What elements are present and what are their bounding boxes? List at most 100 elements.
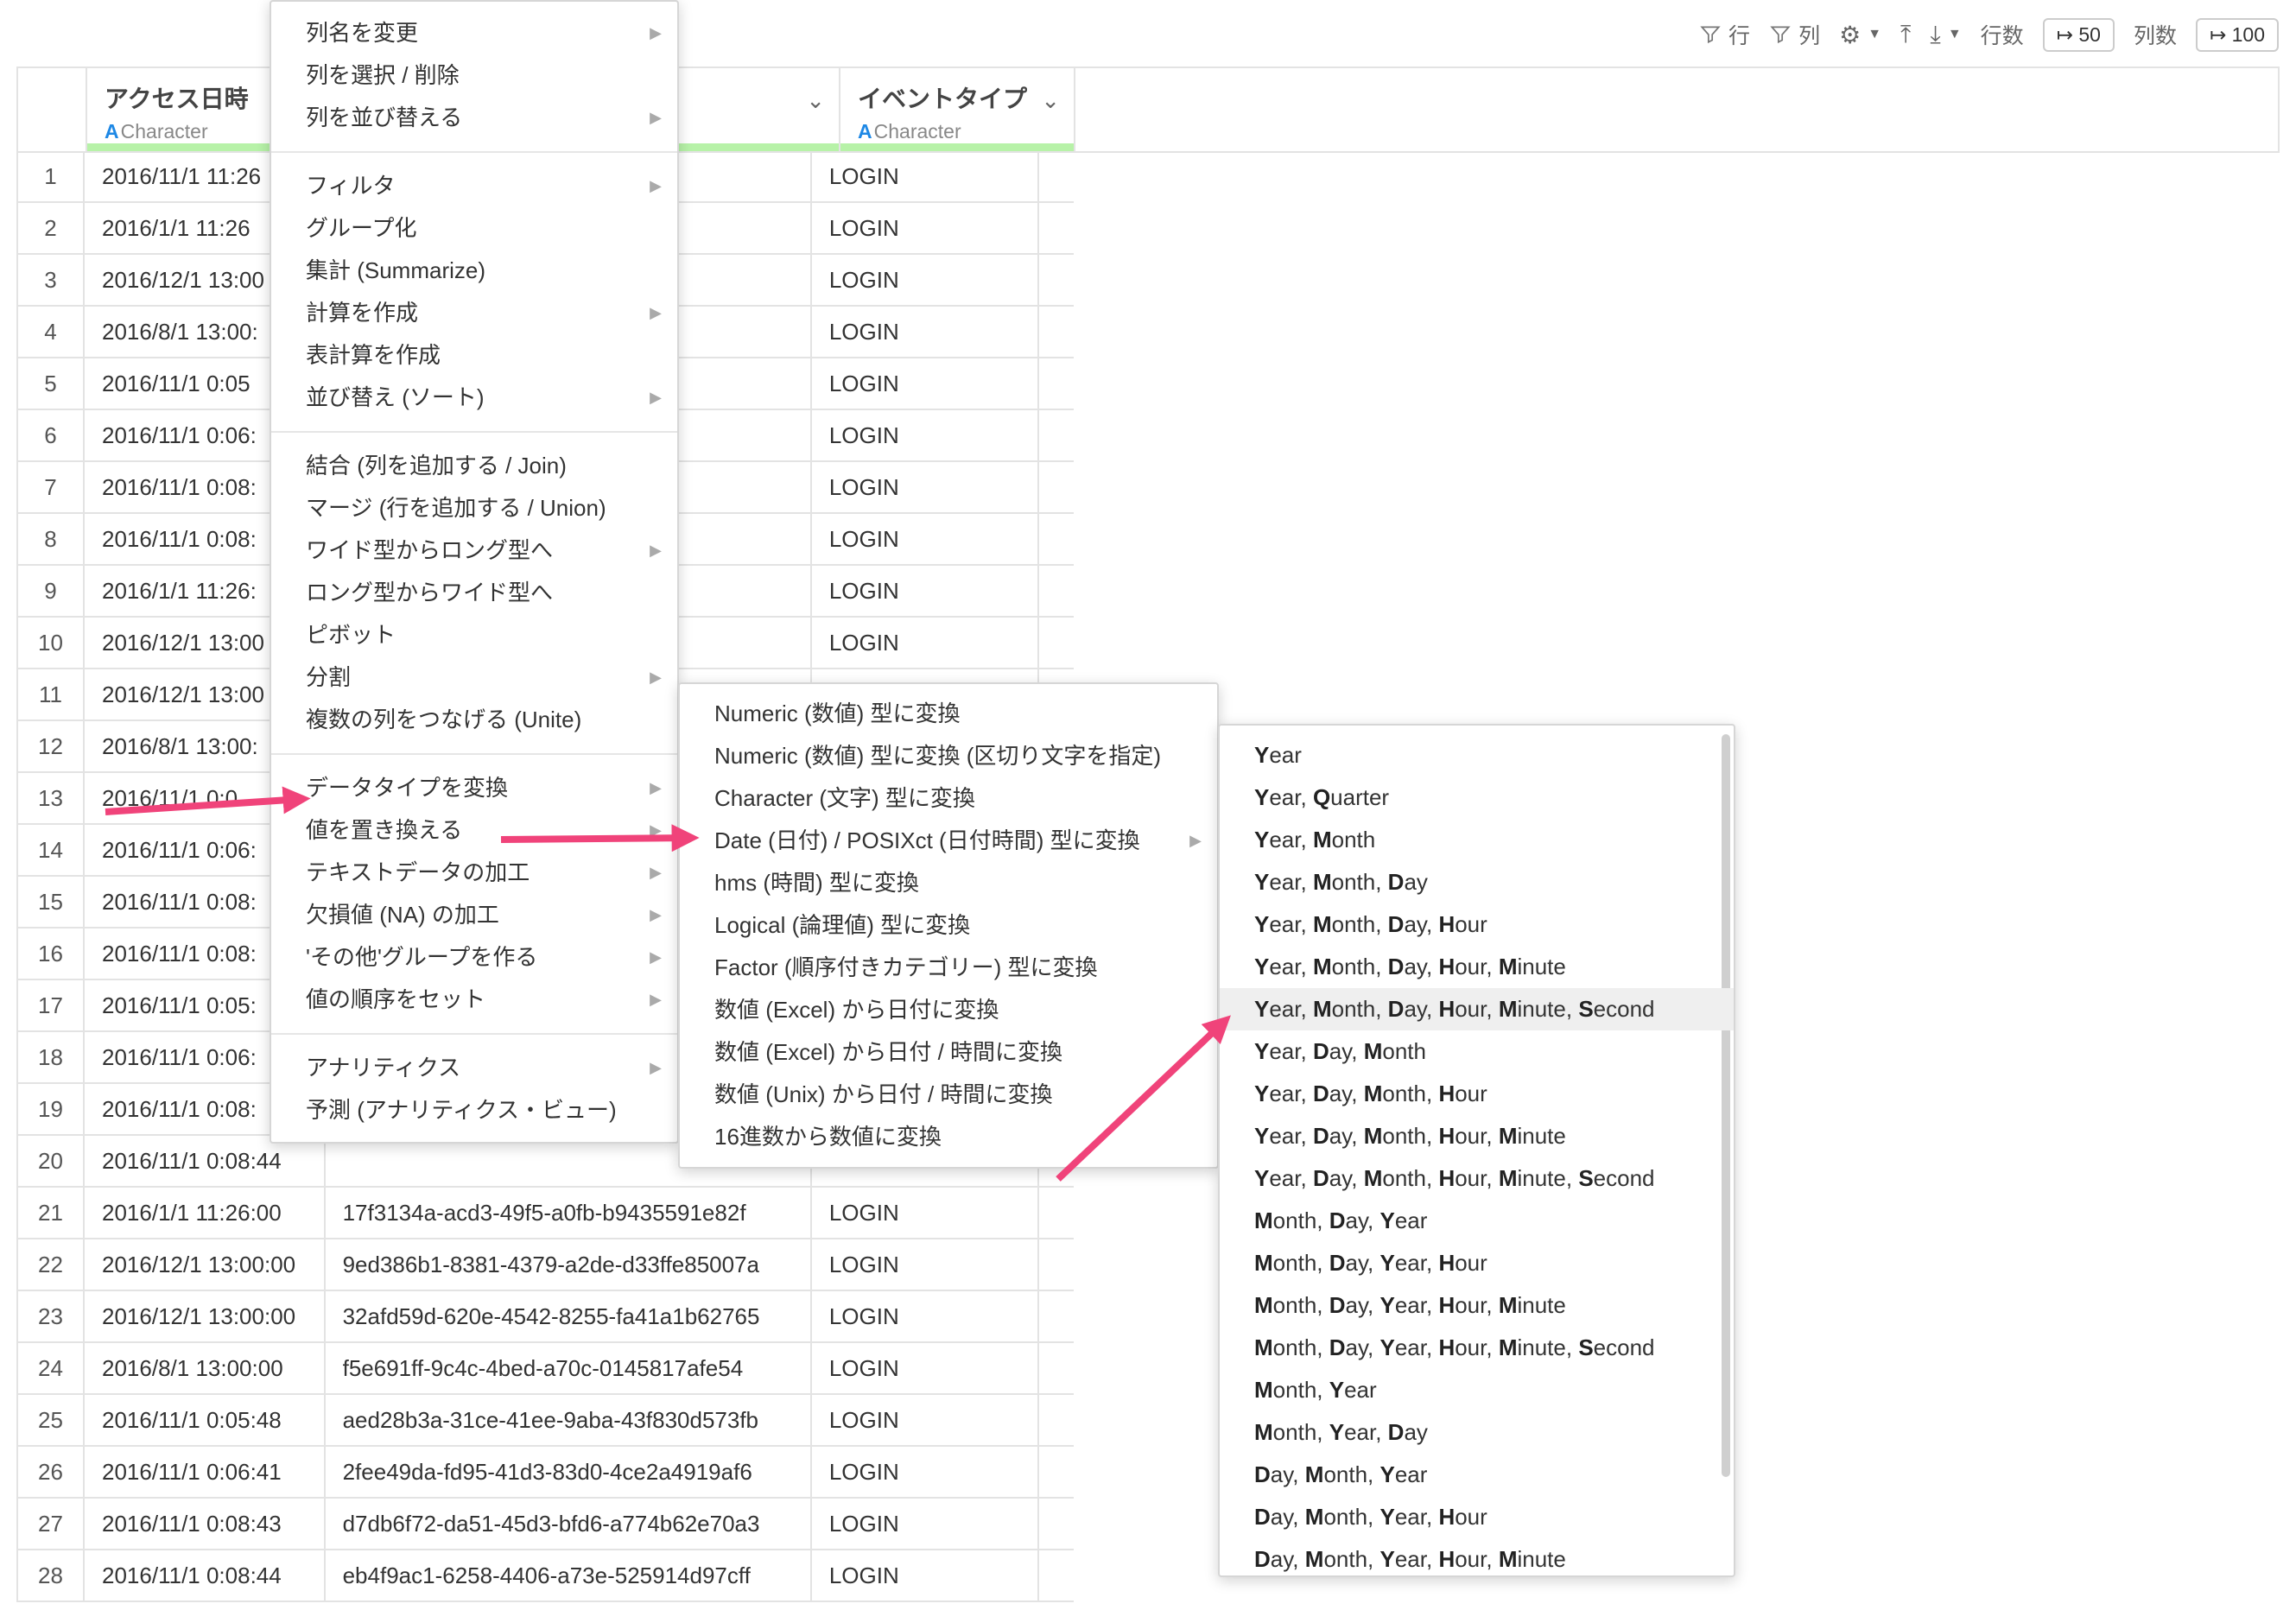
date-format-option[interactable]: Year, Day, Month, Hour, Minute, Second [1220,1157,1734,1200]
menu-item[interactable]: hms (時間) 型に変換 [680,862,1217,904]
menu-item[interactable]: 集計 (Summarize) [271,250,677,292]
menu-item[interactable]: 複数の列をつなげる (Unite) [271,699,677,741]
menu-item[interactable]: 値の順序をセット ▶ [271,979,677,1021]
date-format-option[interactable]: Year, Month, Day, Hour [1220,903,1734,946]
cell-access-date: 2016/11/1 0:06:41 [85,1447,326,1497]
date-part: Month, [1254,1208,1329,1233]
menu-item[interactable]: ロング型からワイド型へ [271,572,677,614]
menu-item[interactable]: アナリティクス ▶ [271,1047,677,1089]
chevron-down-icon[interactable]: ⌄ [806,87,825,114]
menu-item[interactable]: グループ化 [271,207,677,250]
date-part-rest: ear, [1394,1504,1439,1530]
menu-item[interactable]: 数値 (Unix) から日付 / 時間に変換 [680,1074,1217,1116]
date-format-option[interactable]: Day, Month, Year, Hour, Minute [1220,1538,1734,1575]
date-format-option[interactable]: Day, Month, Year, Hour [1220,1496,1734,1538]
menu-item[interactable]: 予測 (アナリティクス・ビュー) [271,1089,677,1131]
cell-id: 2fee49da-fd95-41d3-83d0-4ce2a4919af6 [326,1447,812,1497]
empty-cell [1039,1291,1074,1341]
date-part-initial: S [1578,1334,1594,1360]
caret-down-icon: ▼ [1868,27,1882,41]
date-part-rest: onth, [1382,1123,1439,1149]
menu-item-label: Logical (論理値) 型に変換 [714,912,971,938]
date-format-option[interactable]: Year, Month, Day, Hour, Minute [1220,946,1734,988]
menu-item[interactable]: 結合 (列を追加する / Join) [271,445,677,487]
menu-item[interactable]: マージ (行を追加する / Union) [271,487,677,529]
date-part-rest: our, [1455,996,1499,1022]
menu-item[interactable]: 'その他'グループを作る ▶ [271,936,677,979]
date-part-rest: onth [1331,827,1376,853]
date-format-option[interactable]: Month, Year [1220,1369,1734,1411]
date-format-option[interactable]: Year, Month, Day, Hour, Minute, Second [1220,988,1734,1030]
menu-item[interactable]: ワイド型からロング型へ ▶ [271,529,677,572]
menu-item[interactable]: 計算を作成 ▶ [271,292,677,334]
date-format-option[interactable]: Year, Day, Month, Hour [1220,1073,1734,1115]
row-number: 1 [18,151,86,201]
download-dropdown[interactable]: ⤓ ▼ [1930,21,1961,49]
upload-button[interactable]: ⤒ [1900,21,1911,49]
menu-item-label: 16進数から数値に変換 [714,1124,942,1150]
date-part-rest: onth, [1272,1334,1329,1360]
column-filter-button[interactable]: 列 [1769,19,1820,50]
menu-item[interactable]: 列名を変更 ▶ [271,12,677,54]
menu-item[interactable]: Numeric (数値) 型に変換 [680,693,1217,735]
date-format-option[interactable]: Year, Quarter [1220,776,1734,819]
menu-item-label: データタイプを変換 [306,775,509,801]
date-format-option[interactable]: Month, Day, Year, Hour, Minute, Second [1220,1327,1734,1369]
cell-id: 9ed386b1-8381-4379-a2de-d33ffe85007a [326,1239,812,1290]
date-part: Year [1254,742,1302,768]
chevron-right-icon: ▶ [650,389,662,406]
menu-item[interactable]: 列を並び替える ▶ [271,97,677,139]
menu-item[interactable]: 並び替え (ソート) ▶ [271,377,677,419]
menu-item[interactable]: 数値 (Excel) から日付に変換 [680,989,1217,1031]
rows-count-button[interactable]: ↦ 50 [2042,17,2115,52]
menu-item[interactable]: フィルタ ▶ [271,165,677,207]
menu-item[interactable]: テキストデータの加工 ▶ [271,852,677,894]
date-format-option[interactable]: Month, Day, Year [1220,1200,1734,1242]
columns-count-value: 100 [2231,22,2265,46]
menu-item[interactable]: データタイプを変換 ▶ [271,767,677,809]
date-format-option[interactable]: Year [1220,734,1734,776]
date-part: Year, [1254,996,1313,1022]
menu-item[interactable]: Numeric (数値) 型に変換 (区切り文字を指定) [680,735,1217,777]
date-part-rest: ear, [1269,784,1313,810]
empty-cell [1039,1499,1074,1549]
row-number: 20 [18,1136,86,1186]
menu-item[interactable]: 分割 ▶ [271,656,677,699]
date-format-option[interactable]: Month, Day, Year, Hour, Minute [1220,1284,1734,1327]
date-format-option[interactable]: Year, Day, Month [1220,1030,1734,1073]
menu-item[interactable]: 欠損値 (NA) の加工 ▶ [271,894,677,936]
menu-item[interactable]: ピボット [271,614,677,656]
menu-item[interactable]: 列を選択 / 削除 [271,54,677,97]
column-header-event-type[interactable]: イベントタイプ ACharacter ⌄ [840,68,1075,151]
date-part-initial: D [1329,1208,1346,1233]
columns-count-button[interactable]: ↦ 100 [2195,17,2279,52]
date-part: Year, [1254,1038,1313,1064]
menu-item[interactable]: Logical (論理値) 型に変換 [680,904,1217,947]
date-format-option[interactable]: Month, Year, Day [1220,1411,1734,1454]
menu-item[interactable]: Factor (順序付きカテゴリー) 型に変換 [680,947,1217,989]
date-format-option[interactable]: Year, Month [1220,819,1734,861]
date-part-initial: D [1254,1546,1271,1572]
date-part-rest: ay, [1404,911,1439,937]
row-number: 23 [18,1291,86,1341]
date-format-option[interactable]: Day, Month, Year [1220,1454,1734,1496]
table-row: 25 2016/11/1 0:05:48 aed28b3a-31ce-41ee-9a… [16,1395,1074,1447]
menu-item[interactable]: 16進数から数値に変換 [680,1116,1217,1158]
chevron-down-icon[interactable]: ⌄ [1041,87,1060,114]
menu-item[interactable]: Date (日付) / POSIXct (日付時間) 型に変換 ▶ [680,820,1217,862]
date-part-initial: H [1438,911,1456,937]
settings-dropdown[interactable]: ⚙ ▼ [1839,21,1881,49]
menu-item[interactable]: 表計算を作成 [271,334,677,377]
date-format-option[interactable]: Year, Day, Month, Hour, Minute [1220,1115,1734,1157]
date-part-initial: M [1363,1165,1383,1191]
row-filter-button[interactable]: 行 [1699,19,1750,50]
date-part-rest: ay, [1345,1334,1380,1360]
menu-item[interactable]: 値を置き換える ▶ [271,809,677,852]
date-part-rest: inute [1517,1123,1566,1149]
menu-item[interactable]: 数値 (Excel) から日付 / 時間に変換 [680,1031,1217,1074]
date-format-option[interactable]: Year, Month, Day [1220,861,1734,903]
date-part: Year, [1380,1334,1439,1360]
convert-data-type-submenu: Numeric (数値) 型に変換 Numeric (数値) 型に変換 (区切り文… [678,682,1219,1169]
menu-item[interactable]: Character (文字) 型に変換 [680,777,1217,820]
date-format-option[interactable]: Month, Day, Year, Hour [1220,1242,1734,1284]
